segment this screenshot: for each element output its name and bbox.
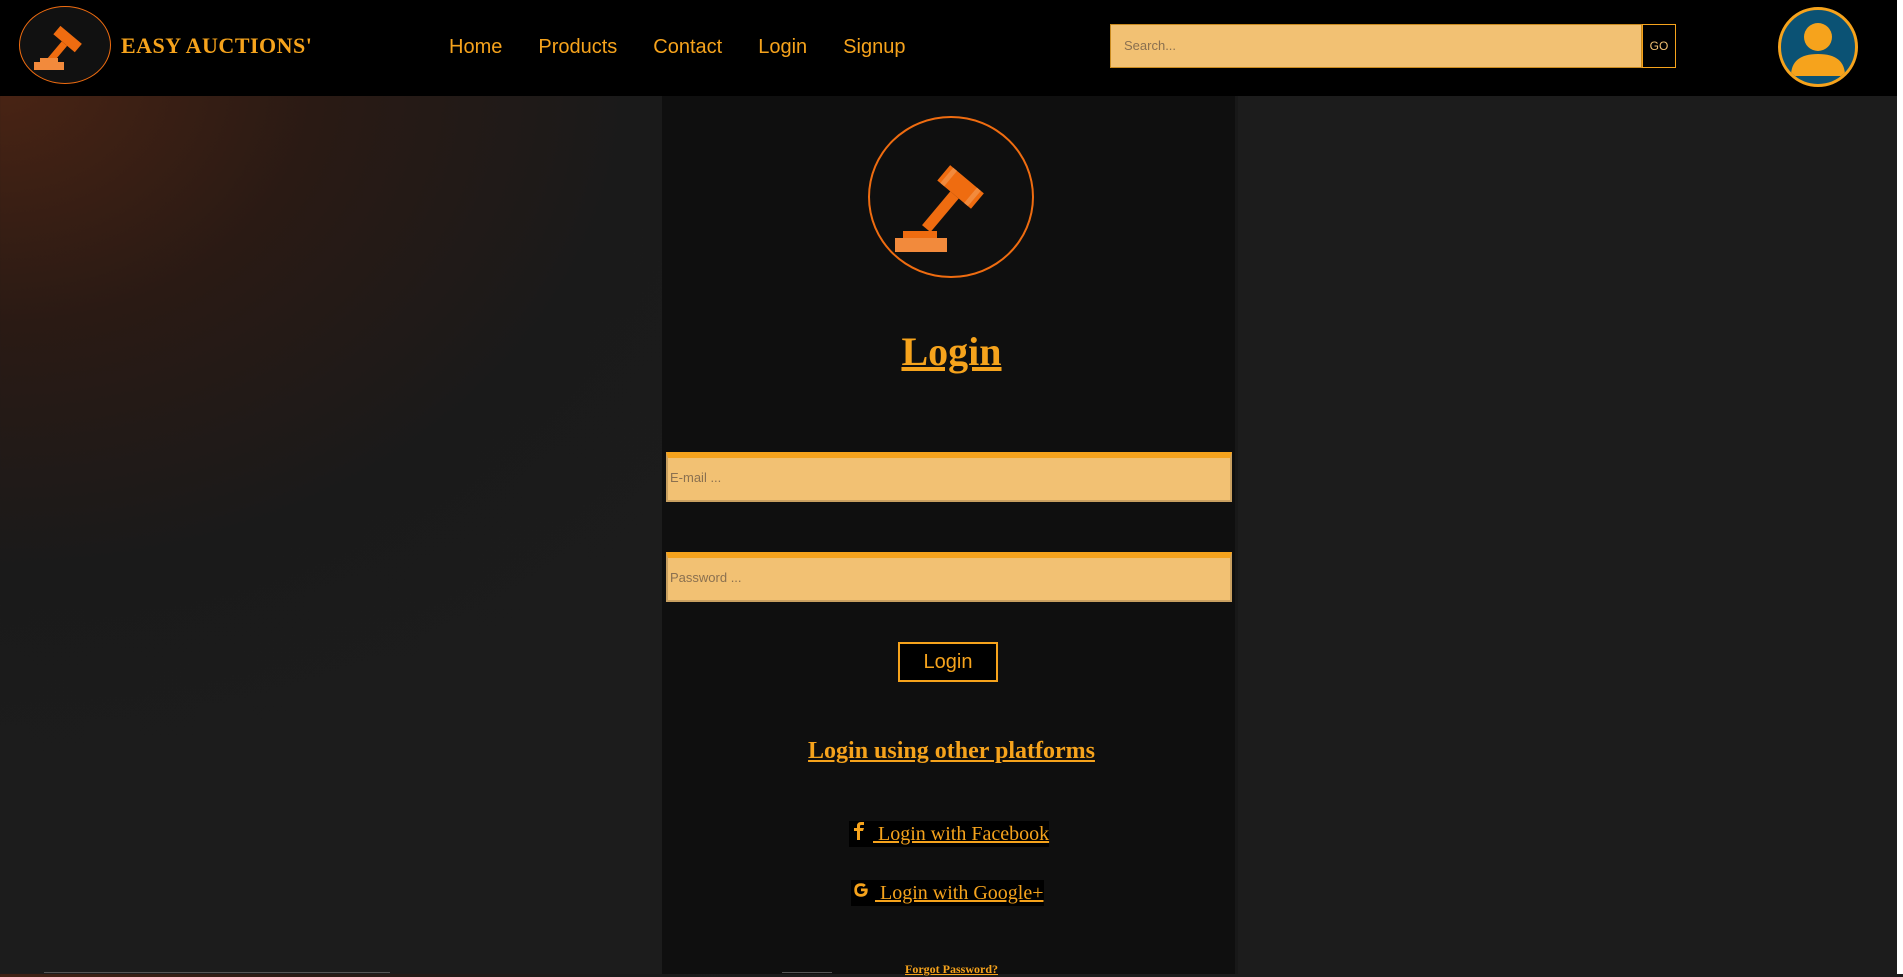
gavel-icon: [895, 165, 984, 252]
login-logo: [868, 116, 1034, 278]
brand-logo[interactable]: [19, 6, 111, 84]
nav-login[interactable]: Login: [758, 36, 807, 60]
panel-edge: [1235, 96, 1238, 974]
nav-contact[interactable]: Contact: [653, 36, 722, 60]
facebook-login-label: Login with Facebook: [873, 823, 1050, 845]
user-avatar-icon: [1791, 23, 1845, 76]
scrollbar-track[interactable]: [1897, 0, 1903, 974]
top-navbar: EASY AUCTIONS' Home Products Contact Log…: [0, 0, 1897, 96]
facebook-login-link[interactable]: Login with Facebook: [849, 821, 1050, 847]
brand-name[interactable]: EASY AUCTIONS': [121, 33, 312, 59]
user-avatar[interactable]: [1778, 7, 1858, 87]
nav-signup[interactable]: Signup: [843, 36, 905, 60]
bottom-divider: [782, 972, 832, 973]
search-input[interactable]: Search...: [1110, 24, 1642, 68]
facebook-icon: [849, 821, 869, 847]
google-login-label: Login with Google+: [875, 882, 1044, 904]
google-login-link[interactable]: Login with Google+: [851, 880, 1044, 906]
main-nav: Home Products Contact Login Signup: [449, 36, 941, 60]
page-title: Login: [0, 328, 1903, 375]
nav-home[interactable]: Home: [449, 36, 502, 60]
bottom-divider: [44, 972, 390, 973]
search-go-button[interactable]: GO: [1642, 24, 1676, 68]
nav-products[interactable]: Products: [538, 36, 617, 60]
password-field[interactable]: Password ...: [666, 552, 1232, 602]
scrollbar-thumb[interactable]: [1897, 0, 1903, 974]
other-platforms-heading: Login using other platforms: [0, 738, 1903, 765]
login-title-text: Login: [901, 329, 1002, 374]
other-platforms-text: Login using other platforms: [808, 738, 1095, 764]
google-icon: [851, 880, 871, 906]
forgot-password-link[interactable]: Forgot Password?: [0, 962, 1903, 977]
gavel-icon: [34, 25, 82, 70]
email-field[interactable]: E-mail ...: [666, 452, 1232, 502]
login-submit-button[interactable]: Login: [898, 642, 998, 682]
